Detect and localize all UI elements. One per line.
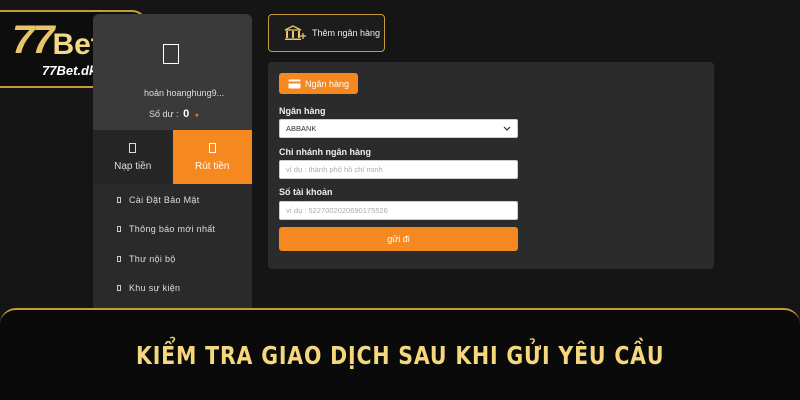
- add-bank-button[interactable]: Thêm ngân hàng: [268, 14, 385, 52]
- logo-number: 77: [12, 18, 54, 62]
- bank-form-panel: Ngân hàng Ngân hàng ABBANK Chi nhánh ngâ…: [268, 62, 714, 269]
- banner-text: KIỂM TRA GIAO DỊCH SAU KHI GỬI YÊU CẦU: [135, 340, 665, 370]
- caption-banner: KIỂM TRA GIAO DỊCH SAU KHI GỬI YÊU CẦU: [0, 308, 800, 400]
- menu-item-label: Thư nội bộ: [129, 253, 176, 264]
- bank-select-value: ABBANK: [286, 124, 317, 133]
- menu-item-label: Cài Đặt Bảo Mật: [129, 194, 200, 205]
- deposit-label: Nạp tiền: [114, 160, 152, 172]
- menu-bullet-icon: [117, 255, 121, 262]
- branch-field-label: Chi nhánh ngân hàng: [279, 147, 371, 157]
- account-number-input[interactable]: [279, 201, 518, 220]
- menu-item-label: Thông báo mới nhất: [129, 224, 216, 235]
- bank-select[interactable]: ABBANK: [279, 119, 518, 138]
- add-bank-label: Thêm ngân hàng: [312, 28, 381, 38]
- withdraw-button[interactable]: Rút tiền: [172, 130, 252, 184]
- tab-bank[interactable]: Ngân hàng: [279, 73, 358, 94]
- menu-bullet-icon: [117, 226, 121, 233]
- balance-row: Số dư : 0 ●: [149, 108, 199, 120]
- bank-field-label: Ngân hàng: [279, 106, 326, 116]
- menu-item-security-settings[interactable]: Cài Đặt Bảo Mật: [93, 185, 252, 215]
- coin-icon: ●: [194, 112, 199, 119]
- menu-item-latest-notifications[interactable]: Thông báo mới nhất: [93, 215, 252, 245]
- user-icon: [163, 44, 179, 64]
- branch-input[interactable]: [279, 160, 518, 179]
- account-number-label: Số tài khoản: [279, 187, 333, 197]
- deposit-button[interactable]: Nạp tiền: [93, 130, 173, 184]
- balance-value: 0: [183, 108, 190, 120]
- bank-icon: [284, 25, 306, 40]
- submit-button[interactable]: gửi đi: [279, 227, 518, 251]
- withdraw-icon: [208, 142, 216, 153]
- side-menu: Cài Đặt Bảo Mật Thông báo mới nhất Thư n…: [93, 184, 252, 310]
- tab-bank-label: Ngân hàng: [305, 78, 350, 89]
- menu-bullet-icon: [117, 196, 121, 203]
- balance-label: Số dư :: [149, 109, 179, 119]
- menu-item-internal-mail[interactable]: Thư nội bộ: [93, 244, 252, 274]
- deposit-icon: [129, 142, 137, 153]
- card-icon: [288, 79, 301, 88]
- account-name: hoản hoanghung9...: [144, 88, 225, 98]
- menu-item-label: Khu sự kiện: [129, 283, 181, 294]
- menu-bullet-icon: [117, 285, 121, 292]
- action-row: Nạp tiền Rút tiền: [93, 130, 252, 184]
- withdraw-label: Rút tiền: [195, 160, 230, 172]
- chevron-down-icon: [503, 126, 511, 131]
- account-panel: hoản hoanghung9... Số dư : 0 ●: [93, 14, 252, 130]
- menu-item-events[interactable]: Khu sự kiện: [93, 274, 252, 304]
